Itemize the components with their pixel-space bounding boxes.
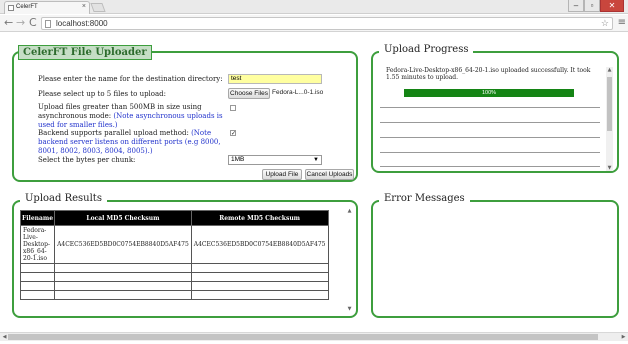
remote-md5-cell [190,290,329,300]
table-row [19,290,329,300]
scroll-up-icon[interactable]: ▲ [346,208,353,214]
destination-label: Please enter the name for the destinatio… [38,75,223,83]
browser-toolbar: ← → C localhost:8000 ☆ ≡ [0,15,628,32]
progress-list: Fedora-Live-Desktop-x86_64-20-1.iso uplo… [380,67,608,167]
menu-icon[interactable]: ≡ [618,18,626,28]
progress-message: Fedora-Live-Desktop-x86_64-20-1.iso uplo… [386,67,591,81]
local-md5-cell [54,290,192,300]
table-header-row: Filename Local MD5 Checksum Remote MD5 C… [19,210,329,226]
progress-scrollbar[interactable]: ▲ ▼ [606,67,613,171]
back-arrow-icon[interactable]: ← [4,17,13,29]
progress-divider [380,107,600,108]
remote-md5-cell [190,263,329,273]
window-controls: – ▫ ✕ [568,0,624,12]
select-files-label: Please select up to 5 files to upload: [38,90,167,98]
remote-md5-cell: A4CEC536ED5BD0C0754EB8840D5AF475 [190,225,329,264]
remote-md5-cell [190,281,329,291]
new-tab-button[interactable] [90,3,106,12]
local-md5-cell: A4CEC536ED5BD0C0754EB8840D5AF475 [54,225,192,264]
scroll-down-icon[interactable]: ▼ [606,165,613,171]
upload-file-button[interactable]: Upload File [262,169,302,180]
filename-cell: Fedora-Live-Desktop-x86_64-20-1.iso [19,225,56,264]
page-icon [8,5,14,11]
upload-progress-title: Upload Progress [379,44,474,55]
remote-md5-cell [190,272,329,282]
async-checkbox[interactable] [230,105,236,111]
error-messages-title: Error Messages [379,193,470,204]
parallel-checkbox[interactable]: ✓ [230,130,236,137]
results-table: Filename Local MD5 Checksum Remote MD5 C… [19,210,329,300]
uploader-title: CelerFT File Uploader [18,45,152,60]
forward-arrow-icon[interactable]: → [16,17,25,29]
scroll-left-icon[interactable]: ◀ [1,334,8,340]
bookmark-star-icon[interactable]: ☆ [601,18,609,29]
reload-icon[interactable]: C [29,17,37,29]
table-row: Fedora-Live-Desktop-x86_64-20-1.iso A4CE… [19,225,329,264]
upload-results-title: Upload Results [20,193,107,204]
progress-divider [380,137,600,138]
column-header: Remote MD5 Checksum [190,210,329,226]
destination-input[interactable]: test [228,74,322,84]
scroll-up-icon[interactable]: ▲ [606,67,613,73]
table-row [19,281,329,291]
table-row [19,272,329,282]
filename-cell [19,263,56,273]
scroll-down-icon[interactable]: ▼ [346,306,353,312]
column-header: Local MD5 Checksum [54,210,192,226]
filename-cell [19,272,56,282]
page-info-icon[interactable] [45,20,51,28]
scrollbar-thumb[interactable] [8,334,598,340]
chevron-down-icon: ▼ [313,157,319,163]
progress-bar: 100% [404,89,574,97]
address-bar[interactable]: localhost:8000 ☆ [41,17,613,30]
local-md5-cell [54,263,192,273]
progress-percent: 100% [481,90,497,96]
close-window-icon[interactable]: ✕ [600,0,624,12]
cancel-uploads-button[interactable]: Cancel Uploads [305,169,354,180]
results-scrollbar[interactable]: ▲ ▼ [346,208,353,312]
minimize-icon[interactable]: – [568,0,584,12]
upload-progress-panel: Upload Progress Fedora-Live-Desktop-x86_… [371,44,619,173]
browser-tab[interactable]: CelerFT × [4,1,90,14]
upload-results-panel: Upload Results Filename Local MD5 Checks… [12,193,358,318]
column-header: Filename [19,210,56,226]
progress-divider [380,166,600,167]
async-upload-label: Upload files greater than 500MB in size … [38,103,224,130]
chunk-size-value: 1MB [231,156,245,163]
progress-divider [380,152,600,153]
chunk-size-label: Select the bytes per chunk: [38,156,136,164]
table-row [19,263,329,273]
filename-cell [19,290,56,300]
chunk-size-select[interactable]: 1MB ▼ [228,155,322,165]
filename-cell [19,281,56,291]
page-horizontal-scrollbar[interactable]: ◀ ▶ [0,332,628,341]
tab-close-icon[interactable]: × [82,3,86,10]
tab-strip: CelerFT × – ▫ ✕ [0,0,628,14]
scrollbar-thumb[interactable] [607,77,612,131]
local-md5-cell [54,281,192,291]
error-messages-panel: Error Messages [371,193,619,318]
url-text: localhost:8000 [56,19,108,28]
maximize-icon[interactable]: ▫ [584,0,600,12]
uploader-panel: CelerFT File Uploader Please enter the n… [12,45,358,182]
scroll-right-icon[interactable]: ▶ [620,334,627,340]
progress-divider [380,122,600,123]
choose-files-button[interactable]: Choose Files [228,88,270,99]
chosen-file-name: Fedora-L...0-1.iso [272,89,324,96]
parallel-upload-label: Backend supports parallel upload method:… [38,129,230,156]
local-md5-cell [54,272,192,282]
parallel-label-text: Backend supports parallel upload method: [38,129,189,137]
tab-title: CelerFT [16,4,38,10]
